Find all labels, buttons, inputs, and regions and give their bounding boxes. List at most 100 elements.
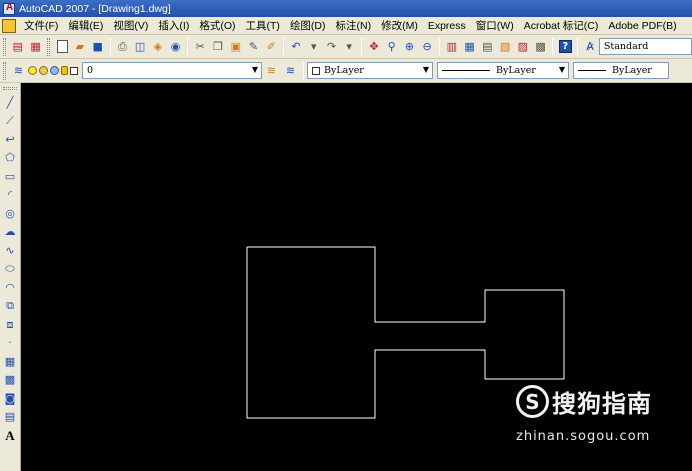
make-object-layer-current-icon[interactable]: ≋ — [263, 62, 280, 79]
copy-icon[interactable]: ❐ — [210, 38, 226, 55]
menu-tools[interactable]: 工具(T) — [241, 18, 285, 33]
color-value: ByLayer — [324, 65, 364, 76]
toolbar-grip[interactable] — [3, 87, 17, 90]
toolbar-separator — [283, 38, 285, 55]
document-menu-icon[interactable] — [2, 18, 16, 33]
ellipse-arc-icon[interactable]: ◠ — [2, 278, 19, 297]
polygon-icon[interactable]: ⬠ — [2, 149, 19, 168]
pdf-convert-icon[interactable]: ▤ — [10, 38, 26, 55]
ellipse-icon[interactable]: ⬭ — [2, 260, 19, 279]
zoom-window-icon[interactable]: ⊕ — [402, 38, 418, 55]
publish-icon[interactable]: ◈ — [150, 38, 166, 55]
save-icon[interactable]: ■ — [90, 38, 106, 55]
paste-icon[interactable]: ▣ — [228, 38, 244, 55]
new-file-button[interactable] — [54, 38, 70, 55]
multiline-text-icon[interactable]: A — [2, 426, 19, 445]
text-style-select[interactable]: Standard — [598, 38, 692, 55]
menu-adobe-pdf[interactable]: Adobe PDF(B) — [603, 20, 681, 32]
standard-toolbar: ▤ ▦ ▰ ■ ⎙ ◫ ◈ ◉ ✂ ❐ ▣ ✎ ✐ ↶ ▾ ↷ ▾ ✥ ⚲ ⊕ … — [0, 35, 692, 59]
match-properties-icon[interactable]: ✎ — [246, 38, 262, 55]
plot-icon[interactable]: ⎙ — [115, 38, 131, 55]
point-icon[interactable]: · — [2, 334, 19, 353]
menu-acrobat-markup[interactable]: Acrobat 标记(C) — [519, 18, 604, 33]
menu-view[interactable]: 视图(V) — [108, 18, 153, 33]
pdf-email-icon[interactable]: ▦ — [28, 38, 44, 55]
chevron-down-icon: ▼ — [422, 65, 429, 74]
color-swatch-icon — [312, 66, 320, 75]
text-style-icon[interactable]: A̷ — [582, 38, 598, 55]
open-file-icon[interactable]: ▰ — [72, 38, 88, 55]
layers-properties-toolbar: ≋ 0 ▼ ≋ ≋ ByLayer ▼ ByLayer ▼ ByLayer — [0, 59, 692, 83]
undo-icon[interactable]: ↶ — [288, 38, 304, 55]
sogou-watermark: S 搜狗指南 — [516, 384, 652, 419]
undo-dropdown-icon[interactable]: ▾ — [306, 38, 322, 55]
make-block-icon[interactable]: ⧈ — [2, 315, 19, 334]
menu-insert[interactable]: 插入(I) — [153, 18, 194, 33]
redo-icon[interactable]: ↷ — [324, 38, 340, 55]
pan-realtime-icon[interactable]: ✥ — [366, 38, 382, 55]
plot-preview-icon[interactable]: ◫ — [132, 38, 148, 55]
watermark-brand: 搜狗指南 — [552, 390, 652, 418]
chevron-down-icon: ▼ — [558, 65, 565, 74]
construction-line-icon[interactable]: ⟋ — [2, 112, 19, 131]
design-center-icon[interactable]: ▦ — [462, 38, 478, 55]
gradient-icon[interactable]: ▩ — [2, 371, 19, 390]
arc-icon[interactable]: ◜ — [2, 186, 19, 205]
help-icon: ? — [558, 40, 572, 53]
window-title: AutoCAD 2007 - [Drawing1.dwg] — [19, 2, 171, 15]
chevron-down-icon: ▼ — [251, 65, 258, 74]
menu-format[interactable]: 格式(O) — [194, 18, 240, 33]
circle-icon[interactable]: ◎ — [2, 204, 19, 223]
help-button[interactable]: ? — [557, 38, 573, 55]
block-editor-icon[interactable]: ✐ — [263, 38, 279, 55]
layer-on-icon[interactable] — [28, 66, 37, 75]
properties-icon[interactable]: ▥ — [444, 38, 460, 55]
menu-draw[interactable]: 绘图(D) — [285, 18, 331, 33]
rectangle-icon[interactable]: ▭ — [2, 167, 19, 186]
menu-bar: 文件(F) 编辑(E) 视图(V) 插入(I) 格式(O) 工具(T) 绘图(D… — [0, 17, 692, 35]
linetype-value: ByLayer — [496, 65, 536, 76]
spline-icon[interactable]: ∿ — [2, 241, 19, 260]
menu-express[interactable]: Express — [423, 20, 471, 32]
menu-file[interactable]: 文件(F) — [19, 18, 63, 33]
line-tool-icon[interactable]: ╱ — [2, 93, 19, 112]
layer-name: 0 — [87, 65, 94, 76]
quickcalc-icon[interactable]: ▩ — [533, 38, 549, 55]
revision-cloud-icon[interactable]: ☁ — [2, 223, 19, 242]
toolbar-separator — [552, 38, 554, 55]
layer-previous-icon[interactable]: ≋ — [282, 62, 299, 79]
polyline-icon[interactable]: ↩ — [2, 130, 19, 149]
cut-icon[interactable]: ✂ — [192, 38, 208, 55]
menu-dimension[interactable]: 标注(N) — [331, 18, 377, 33]
layer-properties-manager-icon[interactable]: ≋ — [10, 62, 27, 79]
title-bar: AutoCAD 2007 - [Drawing1.dwg] — [0, 0, 692, 17]
toolbar-grip[interactable] — [3, 61, 6, 80]
sogou-logo-icon: S — [516, 385, 549, 418]
layer-lock-icon[interactable] — [61, 66, 68, 75]
hatch-icon[interactable]: ▦ — [2, 352, 19, 371]
toolbar-grip[interactable] — [3, 37, 6, 56]
zoom-realtime-icon[interactable]: ⚲ — [384, 38, 400, 55]
lineweight-value: ByLayer — [612, 65, 652, 76]
tool-palettes-icon[interactable]: ▤ — [479, 38, 495, 55]
redo-dropdown-icon[interactable]: ▾ — [341, 38, 357, 55]
lineweight-select[interactable]: ByLayer — [573, 62, 669, 79]
insert-block-icon[interactable]: ⧉ — [2, 297, 19, 316]
markup-set-manager-icon[interactable]: ▨ — [515, 38, 531, 55]
layer-viewport-freeze-icon[interactable] — [50, 66, 59, 75]
menu-modify[interactable]: 修改(M) — [376, 18, 423, 33]
layer-select[interactable]: 0 ▼ — [82, 62, 262, 79]
toolbar-separator — [361, 38, 363, 55]
zoom-previous-icon[interactable]: ⊖ — [419, 38, 435, 55]
menu-window[interactable]: 窗口(W) — [471, 18, 519, 33]
linetype-select[interactable]: ByLayer ▼ — [437, 62, 569, 79]
toolbar-grip[interactable] — [47, 37, 51, 56]
layer-freeze-icon[interactable] — [39, 66, 48, 75]
menu-edit[interactable]: 编辑(E) — [63, 18, 108, 33]
table-icon[interactable]: ▤ — [2, 408, 19, 427]
sheet-set-manager-icon[interactable]: ▧ — [497, 38, 513, 55]
toolbar-separator — [303, 62, 304, 79]
region-icon[interactable]: ◙ — [2, 389, 19, 408]
color-select[interactable]: ByLayer ▼ — [307, 62, 433, 79]
3d-dwf-icon[interactable]: ◉ — [168, 38, 184, 55]
